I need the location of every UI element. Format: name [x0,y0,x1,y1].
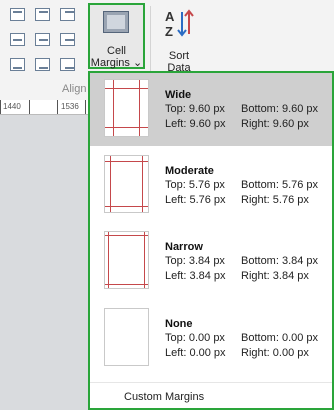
margin-option-wide[interactable]: Wide Top: 9.60 px Bottom: 9.60 px Left: … [90,73,332,146]
align-top-right-button[interactable] [60,8,75,21]
cell-margins-button[interactable]: Cell Margins ⌄ [88,3,145,69]
option-title: Moderate [165,165,214,177]
sort-az-icon: A Z [165,9,194,38]
alignment-buttons [10,8,77,75]
sort-label-line1: Sort [168,50,190,62]
option-left-value: Left: 5.76 px [165,194,226,206]
option-bottom-value: Bottom: 9.60 px [241,103,319,115]
option-top-value: Top: 0.00 px [165,332,225,344]
align-bottom-center-button[interactable] [35,58,50,71]
align-top-center-button[interactable] [35,8,50,21]
horizontal-ruler: 1440 1536 [0,100,88,115]
custom-margins-menu-item[interactable]: Custom Margins [124,391,204,403]
option-top-value: Top: 3.84 px [165,255,225,267]
option-top-value: Top: 9.60 px [165,103,225,115]
margin-option-narrow[interactable]: Narrow Top: 3.84 px Bottom: 3.84 px Left… [90,225,332,298]
ruler-mark: 1536 [61,102,79,111]
alignment-group-label: Align [62,83,87,95]
wide-margins-preview-icon [104,79,149,137]
document-area [0,115,88,410]
option-left-value: Left: 9.60 px [165,118,226,130]
margin-option-moderate[interactable]: Moderate Top: 5.76 px Bottom: 5.76 px Le… [90,149,332,222]
align-top-left-button[interactable] [10,8,25,21]
svg-text:A: A [165,9,175,24]
narrow-margins-preview-icon [104,231,149,289]
margin-option-none[interactable]: None Top: 0.00 px Bottom: 0.00 px Left: … [90,302,332,375]
cell-margins-icon [103,11,129,33]
option-left-value: Left: 0.00 px [165,347,226,359]
no-margins-preview-icon [104,308,149,366]
cell-margins-dropdown: Wide Top: 9.60 px Bottom: 9.60 px Left: … [88,71,334,410]
align-bottom-right-button[interactable] [60,58,75,71]
option-right-value: Right: 3.84 px [241,270,309,282]
option-title: Narrow [165,241,203,253]
option-title: Wide [165,89,192,101]
cell-margins-label-line1: Cell [107,45,126,57]
cell-margins-label-line2: Margins ⌄ [90,57,143,69]
option-top-value: Top: 5.76 px [165,179,225,191]
option-left-value: Left: 3.84 px [165,270,226,282]
align-middle-center-button[interactable] [35,33,50,46]
option-right-value: Right: 5.76 px [241,194,309,206]
option-bottom-value: Bottom: 5.76 px [241,179,319,191]
align-bottom-left-button[interactable] [10,58,25,71]
option-right-value: Right: 0.00 px [241,347,309,359]
svg-text:Z: Z [165,24,173,38]
align-middle-left-button[interactable] [10,33,25,46]
ruler-mark: 1440 [3,102,21,111]
option-bottom-value: Bottom: 3.84 px [241,255,319,267]
option-title: None [165,318,193,330]
sort-data-button[interactable]: A Z Sort Data [162,8,196,74]
option-right-value: Right: 9.60 px [241,118,309,130]
option-bottom-value: Bottom: 0.00 px [241,332,319,344]
moderate-margins-preview-icon [104,155,149,213]
align-middle-right-button[interactable] [60,33,75,46]
menu-divider [90,382,332,383]
